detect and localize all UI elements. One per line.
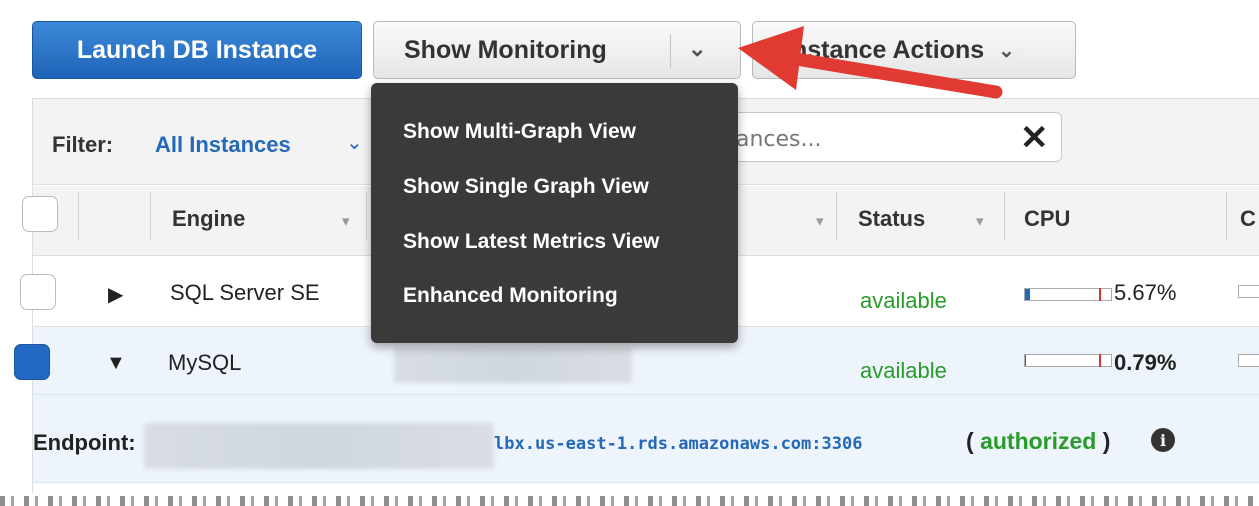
paren-open: (: [966, 428, 974, 454]
filter-dropdown[interactable]: All Instances: [155, 132, 291, 158]
cpu-usage-fill: [1025, 355, 1027, 366]
info-icon[interactable]: i: [1151, 428, 1175, 452]
redacted-identifier: [394, 347, 632, 383]
filter-label: Filter:: [52, 132, 114, 157]
search-input-text: ances...: [736, 127, 822, 152]
endpoint-url[interactable]: lbx.us-east-1.rds.amazonaws.com:3306: [494, 434, 862, 454]
show-monitoring-button[interactable]: Show Monitoring ⌄: [373, 21, 741, 79]
cpu-usage-bar: [1024, 288, 1112, 301]
status-cell: available: [860, 288, 947, 313]
endpoint-label: Endpoint:: [33, 430, 136, 455]
cpu-usage-bar-partial: [1238, 354, 1259, 367]
sort-caret-icon[interactable]: ▾: [342, 212, 350, 230]
row-checkbox[interactable]: [20, 274, 56, 310]
column-separator: [1226, 192, 1227, 240]
menu-item-multi-graph-view[interactable]: Show Multi-Graph View: [403, 120, 636, 144]
cpu-value: 0.79%: [1114, 350, 1177, 375]
cpu-threshold-marker: [1099, 354, 1101, 367]
engine-cell: SQL Server SE: [170, 280, 320, 305]
show-monitoring-label: Show Monitoring: [404, 35, 607, 64]
menu-item-enhanced-monitoring[interactable]: Enhanced Monitoring: [403, 284, 618, 308]
sort-caret-icon[interactable]: ▾: [816, 212, 824, 230]
column-header-partial[interactable]: C: [1240, 206, 1256, 232]
column-separator: [836, 192, 837, 240]
launch-db-instance-button[interactable]: Launch DB Instance: [32, 21, 362, 79]
close-icon[interactable]: ✕: [1020, 118, 1049, 158]
cpu-usage-bar: [1024, 354, 1112, 367]
select-all-checkbox[interactable]: [22, 196, 58, 232]
triangle-down-icon[interactable]: ▼: [106, 352, 126, 375]
column-header-status[interactable]: Status: [858, 206, 925, 232]
monitoring-dropdown-menu: Show Multi-Graph View Show Single Graph …: [371, 83, 738, 343]
cropped-text-row: [0, 496, 1259, 506]
status-cell: available: [860, 358, 947, 383]
column-separator: [1004, 192, 1005, 240]
annotation-arrow-icon: [738, 26, 1003, 99]
triangle-right-icon[interactable]: ▶: [108, 282, 123, 307]
column-separator: [78, 192, 79, 240]
menu-item-single-graph-view[interactable]: Show Single Graph View: [403, 175, 649, 199]
column-separator: [366, 192, 367, 240]
split-separator: [670, 34, 671, 68]
chevron-down-icon[interactable]: ⌄: [346, 130, 363, 155]
redacted-endpoint: [144, 423, 494, 469]
menu-item-latest-metrics-view[interactable]: Show Latest Metrics View: [403, 230, 659, 254]
column-separator: [150, 192, 151, 240]
paren-close: ): [1102, 428, 1111, 454]
row-checkbox-checked[interactable]: [14, 344, 50, 380]
cpu-usage-bar-partial: [1238, 285, 1259, 298]
sort-caret-icon[interactable]: ▾: [976, 212, 984, 230]
arrow-head: [738, 26, 804, 90]
cpu-usage-fill: [1025, 289, 1030, 300]
cpu-value: 5.67%: [1114, 280, 1177, 305]
column-header-engine[interactable]: Engine: [172, 206, 245, 232]
arrow-shaft: [783, 51, 1003, 99]
engine-cell: MySQL: [168, 350, 242, 375]
cpu-threshold-marker: [1099, 288, 1101, 301]
column-header-cpu[interactable]: CPU: [1024, 206, 1070, 232]
authorization-text: authorized: [980, 428, 1097, 454]
launch-db-instance-label: Launch DB Instance: [76, 35, 318, 64]
authorization-status: ( authorized ): [966, 428, 1110, 455]
